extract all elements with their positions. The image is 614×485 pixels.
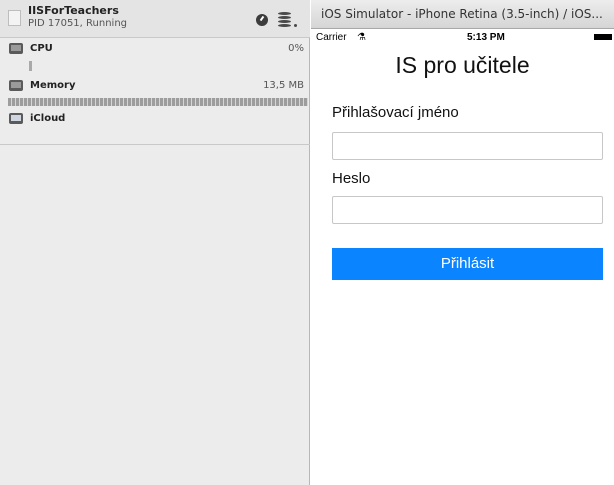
memory-icon [9,80,23,91]
cpu-label: CPU [30,43,53,54]
database-icon[interactable] [278,12,291,28]
process-row[interactable]: IISForTeachers PID 17051, Running [0,0,310,38]
debug-navigator: IISForTeachers PID 17051, Running CPU 0%… [0,0,310,485]
process-status: PID 17051, Running [28,18,128,29]
memory-value: 13,5 MB [263,80,304,91]
cpu-gauge-row[interactable]: CPU 0% [0,40,310,76]
database-dot [294,24,297,27]
password-label: Heslo [332,170,371,187]
cpu-icon [9,43,23,54]
username-input[interactable] [332,132,603,160]
login-button[interactable]: Přihlásit [332,248,603,280]
status-time: 5:13 PM [467,32,505,43]
icloud-label: iCloud [30,113,66,124]
ios-status-bar: Carrier ⚗ 5:13 PM [311,30,614,46]
ios-simulator-window: iOS Simulator - iPhone Retina (3.5-inch)… [311,0,614,485]
wifi-icon: ⚗ [357,32,366,43]
process-name: IISForTeachers [28,4,119,17]
password-input[interactable] [332,196,603,224]
simulator-title-bar[interactable]: iOS Simulator - iPhone Retina (3.5-inch)… [311,0,614,29]
memory-usage-bar [8,98,308,106]
app-icon [8,10,21,26]
carrier-label: Carrier [316,32,347,43]
battery-icon [594,34,612,40]
cpu-value: 0% [288,43,304,54]
gauge-icon[interactable] [256,14,268,26]
icloud-icon [9,113,23,124]
memory-gauge-row[interactable]: Memory 13,5 MB [0,77,310,107]
cpu-usage-bar [29,61,32,71]
app-title: IS pro učitele [395,52,530,78]
memory-label: Memory [30,80,76,91]
icloud-gauge-row[interactable]: iCloud [0,109,310,145]
username-label: Přihlašovací jméno [332,104,459,121]
